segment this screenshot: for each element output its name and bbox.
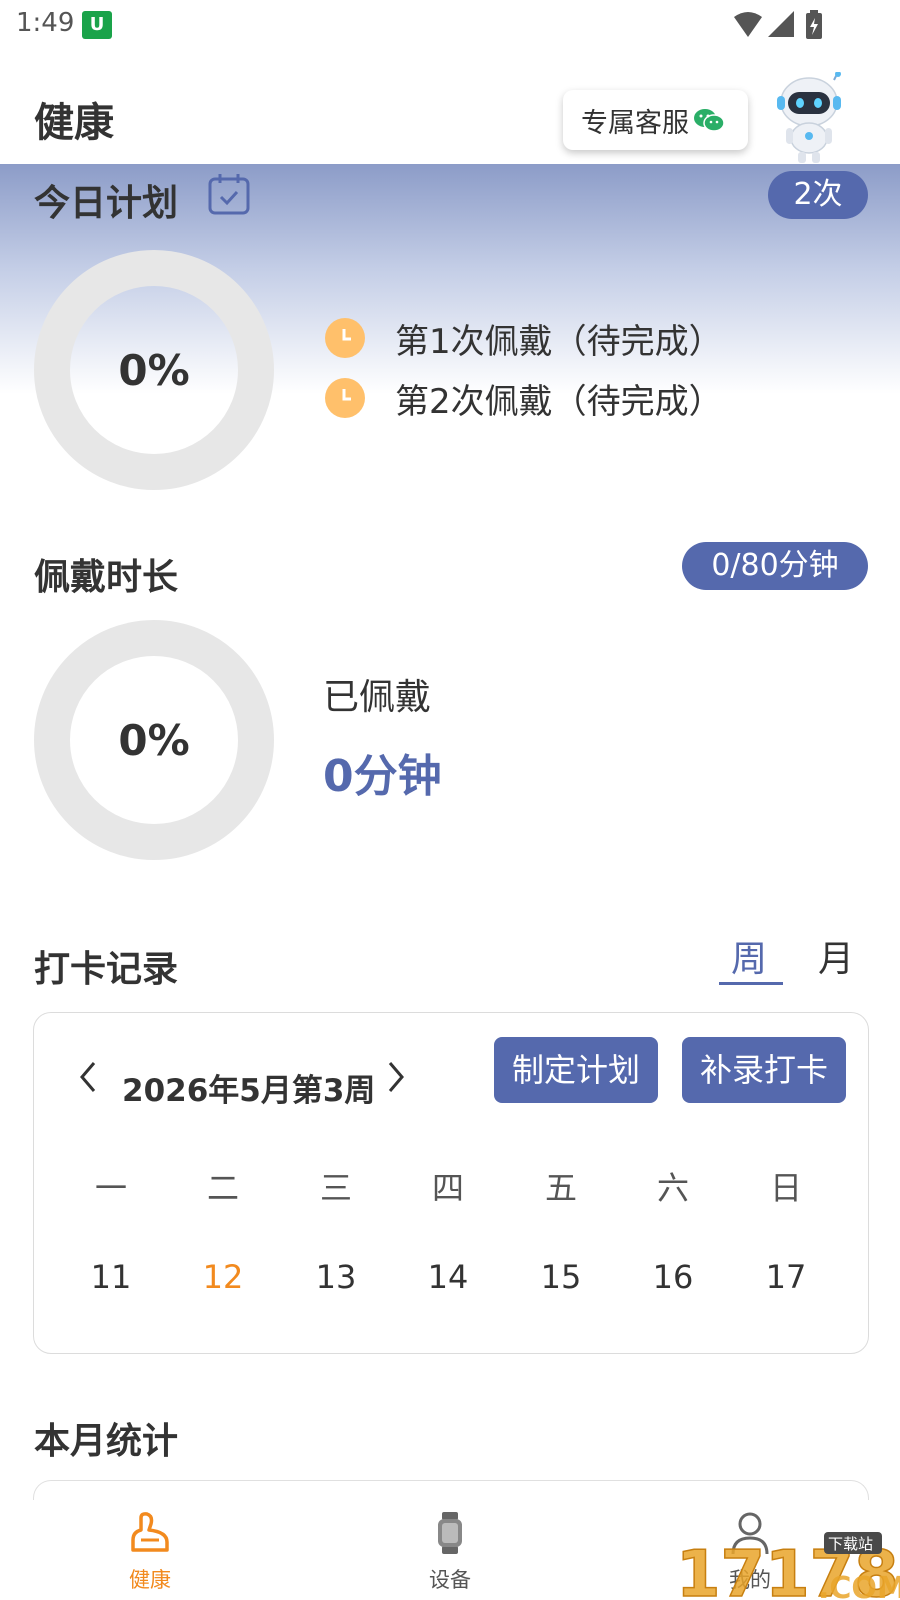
status-bar: 1:49 U [0, 0, 900, 50]
calendar-day[interactable]: 13 [306, 1258, 366, 1296]
status-time: 1:49 [16, 8, 75, 38]
weekday-label: 四 [431, 1169, 464, 1207]
svg-text:.COM: .COM [818, 1571, 900, 1600]
nav-label-device: 设备 [429, 1568, 471, 1592]
calendar-day[interactable]: 15 [531, 1258, 591, 1296]
weekday-label: 五 [544, 1169, 577, 1207]
calendar-card: 2026年5月第3周 制定计划 补录打卡 一 二 三 四 五 六 日 11 12… [33, 1012, 869, 1354]
chevron-right-icon[interactable] [384, 1059, 408, 1104]
worn-value: 0分钟 [323, 751, 442, 802]
calendar-day-today[interactable]: 12 [193, 1258, 253, 1296]
calendar-day[interactable]: 11 [81, 1258, 141, 1296]
weekday-label: 六 [656, 1169, 689, 1207]
wechat-icon [694, 109, 725, 132]
weekday-label: 三 [319, 1169, 352, 1207]
robot-mascot-icon[interactable] [772, 72, 846, 164]
plan-item-label: 第1次佩戴（待完成） [395, 321, 723, 362]
plan-item: 第1次佩戴（待完成） [325, 313, 723, 363]
wear-duration-title: 佩戴时长 [34, 557, 179, 598]
tab-month[interactable]: 月 [818, 930, 854, 982]
wifi-icon [734, 12, 762, 37]
tab-week-underline [719, 982, 783, 985]
calendar-day[interactable]: 17 [756, 1258, 816, 1296]
watch-icon [438, 1512, 462, 1554]
status-icons [734, 10, 822, 39]
signal-icon [768, 11, 794, 37]
health-icon [131, 1512, 169, 1552]
weekday-label: 二 [206, 1169, 239, 1207]
page-title: 健康 [34, 100, 114, 146]
plan-progress-text: 0% [118, 345, 190, 395]
watermark-tag: 下载站 [828, 1535, 873, 1553]
nav-item-health[interactable]: 健康 [90, 1510, 210, 1594]
plan-item: 第2次佩戴（待完成） [325, 373, 723, 423]
week-label: 2026年5月第3周 [122, 1073, 376, 1109]
weekday-label: 一 [94, 1169, 127, 1207]
app-notification-icon: U [82, 11, 112, 39]
chevron-left-icon[interactable] [76, 1059, 100, 1104]
wear-duration-badge: 0/80分钟 [682, 542, 868, 590]
today-plan-title: 今日计划 [34, 183, 179, 224]
battery-icon [806, 10, 822, 39]
weekday-label: 日 [769, 1169, 802, 1207]
monthly-stats-title: 本月统计 [34, 1421, 179, 1462]
checkin-title: 打卡记录 [34, 949, 179, 990]
calendar-day[interactable]: 16 [643, 1258, 703, 1296]
nav-item-device[interactable]: 设备 [390, 1510, 510, 1594]
calendar-check-icon[interactable] [207, 172, 251, 216]
makeup-checkin-button[interactable]: 补录打卡 [682, 1037, 846, 1103]
wear-progress-text: 0% [118, 715, 190, 765]
make-plan-button[interactable]: 制定计划 [494, 1037, 658, 1103]
plan-item-label: 第2次佩戴（待完成） [395, 381, 723, 422]
worn-label: 已佩戴 [323, 677, 432, 718]
nav-label-health: 健康 [129, 1568, 171, 1592]
customer-service-button[interactable]: 专属客服 [563, 90, 748, 150]
app-header: 健康 专属客服 [0, 50, 900, 164]
customer-service-label: 专属客服 [581, 107, 689, 139]
clock-icon [325, 378, 365, 418]
clock-icon [325, 318, 365, 358]
plan-progress-ring: 0% [34, 250, 274, 490]
wear-progress-ring: 0% [34, 620, 274, 860]
tab-week[interactable]: 周 [731, 930, 767, 982]
calendar-day[interactable]: 14 [418, 1258, 478, 1296]
plan-count-badge: 2次 [768, 171, 868, 219]
site-watermark-logo: 17178 下载站 .COM [676, 1532, 900, 1600]
